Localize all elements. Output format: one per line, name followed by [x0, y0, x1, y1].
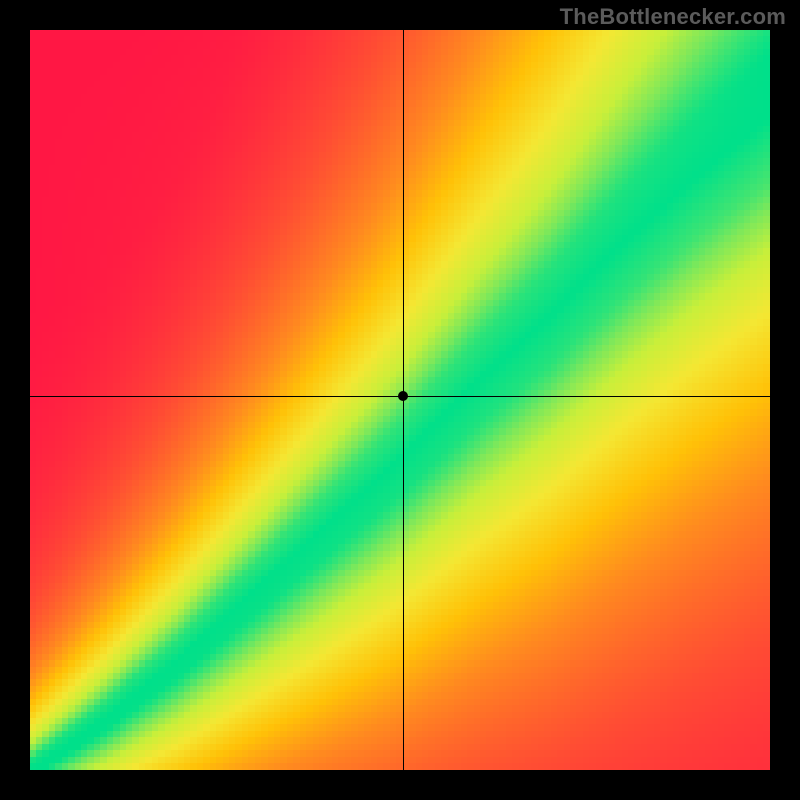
watermark-text: TheBottlenecker.com [560, 4, 786, 30]
crosshair-marker-dot [398, 391, 408, 401]
chart-frame: TheBottlenecker.com [0, 0, 800, 800]
heatmap-plot [30, 30, 770, 770]
